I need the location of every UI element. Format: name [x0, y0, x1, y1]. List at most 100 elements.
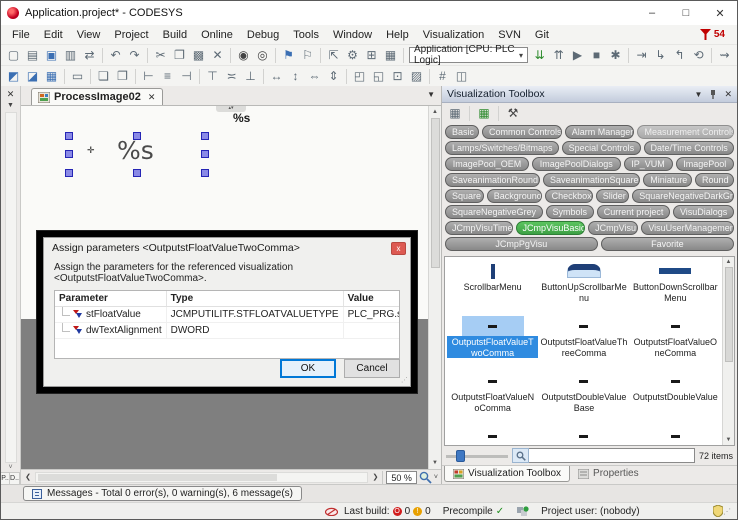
active-application-combo[interactable]: Application [CPU: PLC Logic] ▾: [409, 47, 528, 63]
bookmark-next-icon[interactable]: ⚐: [298, 47, 317, 64]
selection-handle-w[interactable]: [65, 150, 73, 158]
tab-processimage02[interactable]: ProcessImage02 ✕: [31, 88, 163, 105]
distribute-v-icon[interactable]: ↕: [286, 68, 305, 85]
bring-front-icon[interactable]: ◰: [350, 68, 369, 85]
toolbox-item[interactable]: OutputstFloatValueOneComma: [630, 314, 721, 369]
open-project-icon[interactable]: ▤: [23, 47, 42, 64]
scroll-right-icon[interactable]: ❯: [368, 473, 382, 481]
distribute-h-icon[interactable]: ↔: [267, 68, 286, 85]
dialog-title-bar[interactable]: Assign parameters <OutputstFloatValueTwo…: [44, 238, 410, 258]
toolbox-item[interactable]: OutputstDoubleValue: [630, 369, 721, 424]
toolbox-item[interactable]: OutputstDoubleValueBase: [538, 369, 629, 424]
paste-icon[interactable]: ▩: [189, 47, 208, 64]
elements-icon[interactable]: ◫: [452, 68, 471, 85]
bookmark-icon[interactable]: ⚑: [279, 47, 298, 64]
align-center-icon[interactable]: ≡: [158, 68, 177, 85]
frame-select-icon[interactable]: ◪: [23, 68, 42, 85]
undo-icon[interactable]: ↶: [106, 47, 125, 64]
tab-properties[interactable]: Properties: [570, 466, 647, 481]
parameter-value[interactable]: PLC_PRG.stTestFloatValue: [343, 307, 400, 323]
parameter-value[interactable]: [343, 323, 400, 339]
category-saveanimationsquare[interactable]: SaveanimationSquare: [543, 173, 640, 187]
toolbox-item[interactable]: ScrollbarMenu: [447, 259, 538, 314]
logout-icon[interactable]: ⇈: [549, 47, 568, 64]
zoom-magnifier-icon[interactable]: [419, 471, 432, 484]
toolbox-item[interactable]: ButtonDownScrollbarMenu: [630, 259, 721, 314]
messages-tab[interactable]: Messages - Total 0 error(s), 0 warning(s…: [23, 486, 302, 501]
scroll-left-icon[interactable]: ❮: [21, 473, 35, 481]
menu-project[interactable]: Project: [107, 28, 155, 42]
menu-debug[interactable]: Debug: [240, 28, 286, 42]
col-type[interactable]: Type: [166, 291, 343, 307]
menu-visualization[interactable]: Visualization: [416, 28, 492, 42]
category-common-controls[interactable]: Common Controls: [482, 125, 562, 139]
customize-toolbox-icon[interactable]: ⚒: [504, 105, 522, 122]
copy-icon[interactable]: ❐: [170, 47, 189, 64]
menu-git[interactable]: Git: [528, 28, 556, 42]
debug-tools-icon[interactable]: ✱: [606, 47, 625, 64]
table-row[interactable]: dwTextAlignment DWORD: [55, 323, 400, 339]
toolbox-item[interactable]: OutputstDintValue: [447, 424, 538, 446]
find-icon[interactable]: ◉: [234, 47, 253, 64]
minimize-button[interactable]: –: [635, 1, 669, 25]
align-middle-icon[interactable]: ≍: [222, 68, 241, 85]
same-width-icon[interactable]: ⇔: [305, 68, 324, 85]
reset-icon[interactable]: ⟲: [689, 47, 708, 64]
scroll-down-icon[interactable]: ˅: [8, 463, 12, 472]
zoom-level[interactable]: 50 %: [386, 471, 417, 484]
slider-thumb[interactable]: [456, 450, 465, 462]
selection-handle-s[interactable]: [133, 169, 141, 177]
align-bottom-icon[interactable]: ⊥: [241, 68, 260, 85]
new-file-icon[interactable]: ▢: [4, 47, 23, 64]
category-measurement-controls[interactable]: Measurement Controls: [637, 125, 734, 139]
selection-handle-ne[interactable]: [201, 132, 209, 140]
category-background[interactable]: Background: [487, 189, 542, 203]
menu-online[interactable]: Online: [194, 28, 240, 42]
scrollbar-thumb[interactable]: [38, 474, 277, 481]
frame-visualization-icon[interactable]: ▦: [446, 105, 464, 122]
toolbox-item[interactable]: ButtonUpScrollbarMenu: [538, 259, 629, 314]
send-back-icon[interactable]: ◱: [369, 68, 388, 85]
panel-close-icon[interactable]: ✕: [724, 89, 732, 100]
scroll-down-icon[interactable]: ▼: [726, 435, 732, 445]
category-lamps-switches-bitmaps[interactable]: Lamps/Switches/Bitmaps: [445, 141, 559, 155]
category-imagepooldialogs[interactable]: ImagePoolDialogs: [532, 157, 621, 171]
category-imagepool-oem[interactable]: ImagePool_OEM: [445, 157, 529, 171]
cut-icon[interactable]: ✂: [151, 47, 170, 64]
selected-visu-reference[interactable]: %s: [117, 136, 154, 165]
pointer-select-icon[interactable]: ◩: [4, 68, 23, 85]
col-value[interactable]: Value: [343, 291, 400, 307]
export-icon[interactable]: ⇱: [324, 47, 343, 64]
toolbox-item[interactable]: OutputLRealValue: [630, 424, 721, 446]
menu-build[interactable]: Build: [156, 28, 194, 42]
toolbox-item[interactable]: OutputstFloatValueThreeComma: [538, 314, 629, 369]
group-icon[interactable]: ❏: [94, 68, 113, 85]
stop-icon[interactable]: ■: [587, 47, 606, 64]
category-favorite[interactable]: Favorite: [601, 237, 734, 251]
scrollbar-track[interactable]: [35, 472, 368, 483]
menu-tools[interactable]: Tools: [286, 28, 326, 42]
category-symbols[interactable]: Symbols: [546, 205, 594, 219]
step-out-icon[interactable]: ↰: [670, 47, 689, 64]
save-icon[interactable]: ▣: [42, 47, 61, 64]
category-round[interactable]: Round: [695, 173, 734, 187]
category-date-time-controls[interactable]: Date/Time Controls: [644, 141, 734, 155]
alarm-flag-icon[interactable]: [700, 29, 711, 41]
menu-file[interactable]: File: [5, 28, 37, 42]
category-squarenegativedarkgrey[interactable]: SquareNegativeDarkGrey: [632, 189, 734, 203]
sync-icon[interactable]: ⇄: [80, 47, 99, 64]
category-current-project[interactable]: Current project: [597, 205, 670, 219]
toolbox-item-selected[interactable]: OutputstFloatValueTwoComma: [447, 314, 538, 369]
menu-view[interactable]: View: [70, 28, 108, 42]
dialog-resize-grip[interactable]: ⋰: [401, 376, 408, 384]
panel-dropdown-icon[interactable]: ▼: [695, 90, 703, 99]
selection-handle-e[interactable]: [201, 150, 209, 158]
items-vertical-scrollbar[interactable]: ▲ ▼: [722, 257, 734, 445]
tab-visualization-toolbox[interactable]: Visualization Toolbox: [444, 466, 570, 482]
toolbox-search-input[interactable]: [529, 448, 695, 463]
category-jcmpvisutime[interactable]: JCmpVisuTime: [445, 221, 513, 235]
alarm-count[interactable]: 54: [714, 29, 725, 40]
project-user[interactable]: Project user: (nobody): [535, 506, 645, 517]
same-height-icon[interactable]: ⇕: [324, 68, 343, 85]
selection-handle-se[interactable]: [201, 169, 209, 177]
